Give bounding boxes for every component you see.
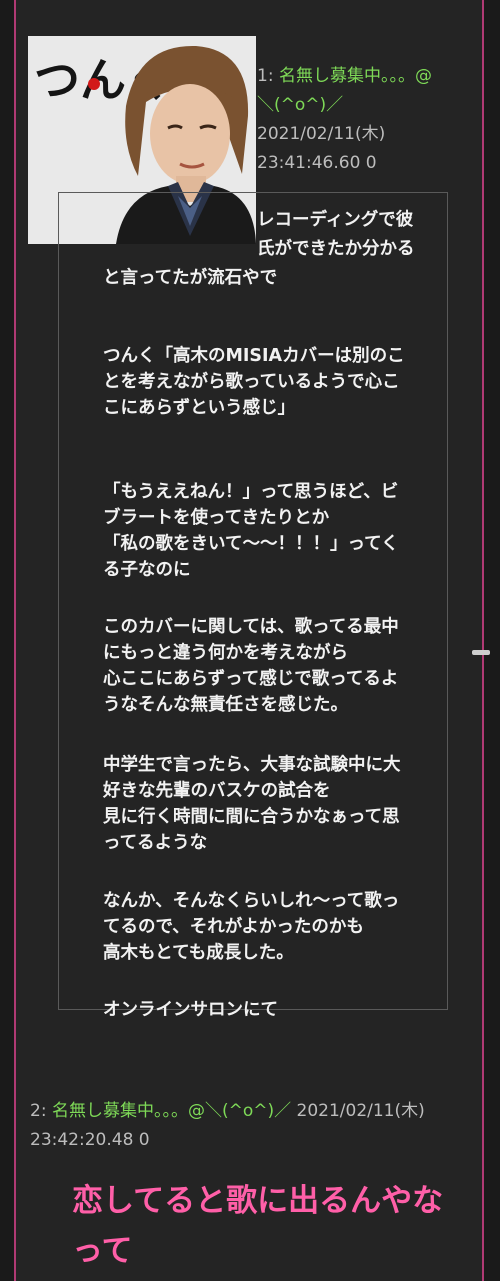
scroll-indicator[interactable] <box>472 650 490 655</box>
post-2-line1: 2: 名無し募集中。。。@＼(^o^)／ 2021/02/11(木) <box>30 1097 490 1126</box>
post-2-poster-name-link[interactable]: 名無し募集中。。。@＼(^o^)／ <box>52 1101 291 1121</box>
post-1-header: 1: 名無し募集中。。。@ ＼(^o^)／ 2021/02/11(木) 23:4… <box>257 62 487 178</box>
post-2-message: 恋してると歌に出るんやな って <box>72 1183 444 1269</box>
body-paragraph-2: つんく「高木のMISIAカバーは別のこ とを考えながら歌っているようで心こ こに… <box>103 346 405 418</box>
poster-name-suffix[interactable]: ＼(^o^)／ <box>257 91 487 120</box>
post-2-time: 23:42:20.48 0 <box>30 1130 150 1150</box>
body-paragraph-3: 「もうええねん！」って思うほど、ビ ブラートを使ってきたりとか 「私の歌をきいて… <box>103 482 399 580</box>
body-paragraph-7: オンラインサロンにて <box>103 1000 278 1020</box>
body-paragraph-4: このカバーに関しては、歌ってる最中 にもっと違う何かを考えながら 心ここにあらず… <box>103 617 399 715</box>
post-2-number: 2: <box>30 1101 47 1121</box>
post-date: 2021/02/11(木) <box>257 124 386 144</box>
poster-name-link[interactable]: 名無し募集中。。。@ <box>279 66 432 86</box>
post-2-date: 2021/02/11(木) <box>296 1101 425 1121</box>
body-line-1: レコーディングで彼 <box>257 210 414 230</box>
body-line-2: 氏ができたか分かる <box>257 239 415 259</box>
body-paragraph-5: 中学生で言ったら、大事な試験中に大 好きな先輩のバスケの試合を 見に行く時間に間… <box>103 755 401 853</box>
post-1-line1: 1: 名無し募集中。。。@ <box>257 62 487 91</box>
post-time: 23:41:46.60 0 <box>257 153 377 173</box>
body-line-3: と言ってたが流石やで <box>103 268 278 288</box>
body-paragraph-6: なんか、そんなくらいしれ〜って歌っ てるので、それがよかったのかも 高木もとても… <box>103 891 400 963</box>
post-2-header: 2: 名無し募集中。。。@＼(^o^)／ 2021/02/11(木) 23:42… <box>30 1097 490 1155</box>
post-number: 1: <box>257 66 274 86</box>
